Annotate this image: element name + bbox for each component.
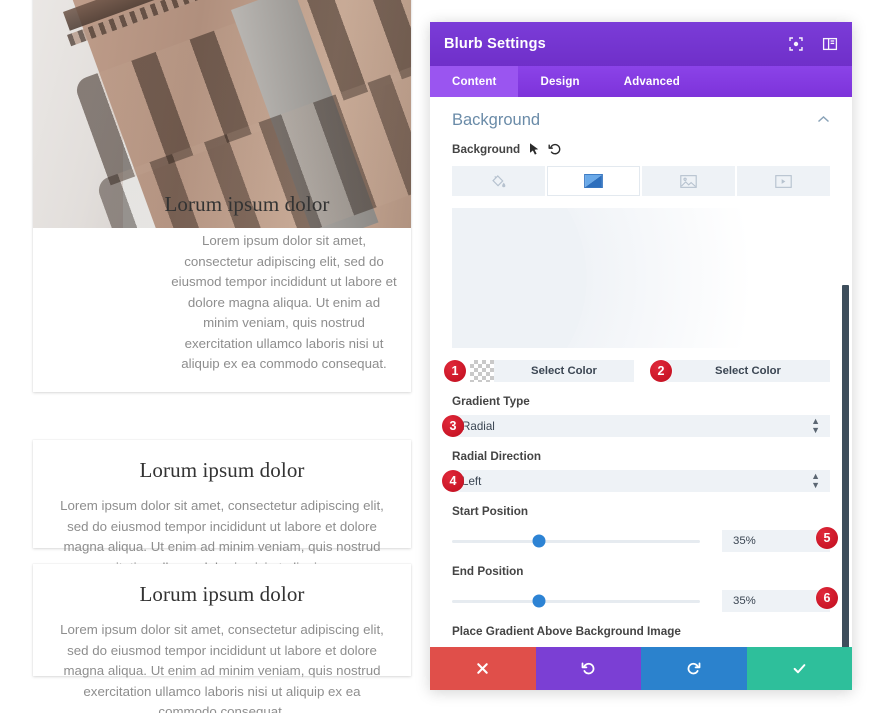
blurb-text: Lorem ipsum dolor sit amet, consectetur … xyxy=(171,233,397,371)
select-color-button-2[interactable]: Select Color xyxy=(666,360,830,382)
radial-direction-value: Left xyxy=(462,474,482,488)
section-title: Background xyxy=(452,111,541,129)
gradient-color-row: 1 Select Color 2 Select Color xyxy=(444,360,830,382)
start-position-label: Start Position xyxy=(452,505,528,518)
start-position-field: Start Position 35% 5 xyxy=(452,505,838,552)
callout-badge-1: 1 xyxy=(444,360,466,382)
radial-direction-select[interactable]: Left ▲ ▼ xyxy=(452,470,830,492)
background-label: Background xyxy=(452,142,521,156)
blurb-title: Lorum ipsum dolor xyxy=(139,582,305,606)
panel-header: Blurb Settings xyxy=(430,22,852,66)
gradient-type-field: Gradient Type 3 Radial ▲ ▼ xyxy=(442,395,830,437)
blurb-settings-panel: Blurb Settings Content Design Advanced B… xyxy=(430,22,852,690)
page-preview: Lorum ipsum dolor Lorem ipsum dolor sit … xyxy=(0,0,430,713)
place-gradient-above-field: Place Gradient Above Background Image 7 … xyxy=(452,625,830,647)
background-type-image[interactable] xyxy=(642,166,735,196)
tab-advanced[interactable]: Advanced xyxy=(602,66,702,97)
start-position-value[interactable]: 35% xyxy=(722,530,830,552)
color-swatch-1[interactable] xyxy=(470,360,494,382)
chevron-up-icon[interactable] xyxy=(817,115,830,127)
cursor-pointer-icon[interactable] xyxy=(527,142,541,156)
layout-panel-icon[interactable] xyxy=(822,36,838,52)
select-color-button-1[interactable]: Select Color xyxy=(494,360,634,382)
gradient-type-label: Gradient Type xyxy=(452,395,530,408)
callout-badge-6: 6 xyxy=(816,587,838,609)
radial-direction-field: Radial Direction 4 Left ▲ ▼ xyxy=(442,450,830,492)
panel-scrollbar[interactable] xyxy=(842,285,849,647)
blurb-card-3[interactable]: Lorum ipsum dolor Lorem ipsum dolor sit … xyxy=(33,564,411,713)
panel-title: Blurb Settings xyxy=(444,36,546,52)
background-type-color-fill[interactable] xyxy=(452,166,545,196)
place-gradient-above-label: Place Gradient Above Background Image xyxy=(452,625,681,638)
gradient-type-select[interactable]: Radial ▲ ▼ xyxy=(452,415,830,437)
background-type-tabs xyxy=(452,166,830,196)
blurb-text: Lorem ipsum dolor sit amet, consectetur … xyxy=(60,622,384,713)
gradient-preview xyxy=(452,208,830,348)
tab-content[interactable]: Content xyxy=(430,66,519,97)
panel-body: Background Background 1 Select Color 2 S… xyxy=(430,97,852,647)
background-type-gradient[interactable] xyxy=(547,166,640,196)
callout-badge-4: 4 xyxy=(442,470,464,492)
start-position-slider[interactable] xyxy=(452,534,700,548)
start-position-slider-handle[interactable] xyxy=(532,534,546,548)
blurb-title: Lorum ipsum dolor xyxy=(139,458,305,482)
blurb-title: Lorum ipsum dolor xyxy=(164,192,330,216)
gradient-type-value: Radial xyxy=(462,419,495,433)
cancel-button[interactable] xyxy=(430,647,536,690)
background-field-label-row: Background xyxy=(452,142,830,156)
panel-action-bar xyxy=(430,647,852,690)
redo-button[interactable] xyxy=(641,647,747,690)
end-position-value[interactable]: 35% xyxy=(722,590,830,612)
chevron-updown-icon: ▲ ▼ xyxy=(811,471,820,490)
screen: Lorum ipsum dolor Lorem ipsum dolor sit … xyxy=(0,0,880,713)
callout-badge-3: 3 xyxy=(442,415,464,437)
callout-badge-5: 5 xyxy=(816,527,838,549)
end-position-slider-handle[interactable] xyxy=(532,594,546,608)
background-type-video[interactable] xyxy=(737,166,830,196)
focus-target-icon[interactable] xyxy=(788,36,804,52)
tab-design[interactable]: Design xyxy=(518,66,601,97)
panel-tabs: Content Design Advanced xyxy=(430,66,852,97)
save-button[interactable] xyxy=(746,647,852,690)
undo-button[interactable] xyxy=(535,647,641,690)
end-position-slider[interactable] xyxy=(452,594,700,608)
radial-direction-label: Radial Direction xyxy=(452,450,541,463)
blurb-card-2[interactable]: Lorum ipsum dolor Lorem ipsum dolor sit … xyxy=(33,440,411,595)
blurb-card-1[interactable]: Lorum ipsum dolor Lorem ipsum dolor sit … xyxy=(33,0,411,392)
background-section-header[interactable]: Background xyxy=(452,97,830,138)
reset-icon[interactable] xyxy=(548,142,562,156)
chevron-updown-icon: ▲ ▼ xyxy=(811,416,820,435)
end-position-label: End Position xyxy=(452,565,524,578)
end-position-field: End Position 35% 6 xyxy=(452,565,838,612)
callout-badge-2: 2 xyxy=(650,360,672,382)
